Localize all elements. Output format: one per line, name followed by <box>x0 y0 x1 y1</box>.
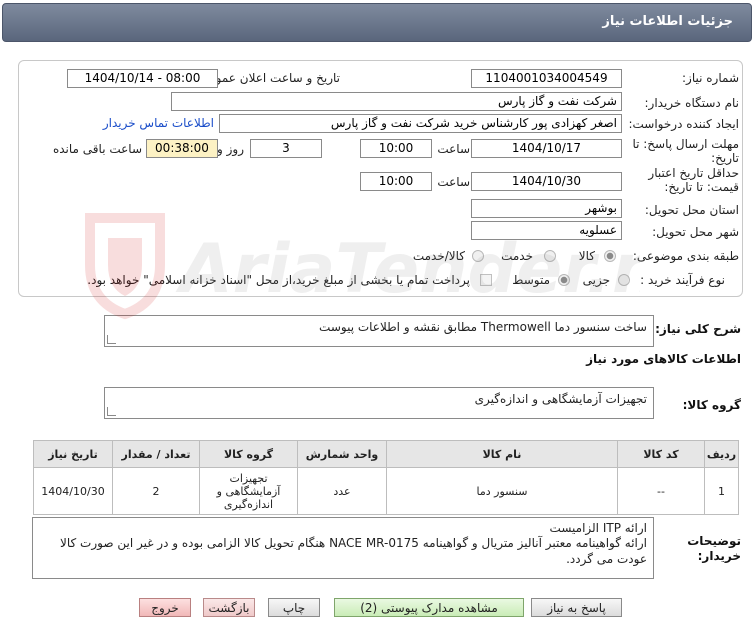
cell-need-date: 1404/10/30 <box>33 467 113 515</box>
remaining-time-label: ساعت باقی مانده <box>52 142 142 156</box>
process-radio-minor[interactable] <box>618 274 630 286</box>
cell-unit: عدد <box>297 467 387 515</box>
creator-label: ایجاد کننده درخواست: <box>628 117 739 131</box>
page-header: جزئیات اطلاعات نیاز <box>2 3 752 42</box>
days-label: روز و <box>217 142 244 156</box>
reply-time-field[interactable]: 10:00 <box>360 139 432 158</box>
city-label: شهر محل تحویل: <box>652 225 739 239</box>
need-summary-box[interactable]: ساخت سنسور دما Thermowell مطابق نقشه و ا… <box>104 315 654 347</box>
view-attachments-button[interactable]: مشاهده مدارک پیوستی (2) <box>334 598 524 617</box>
validity-date-field[interactable]: 1404/10/30 <box>471 172 622 191</box>
table-row[interactable]: 1 -- سنسور دما عدد تجهیزات آزمایشگاهی و … <box>33 467 739 515</box>
remaining-time-field: 00:38:00 <box>146 139 218 158</box>
exit-button[interactable]: خروج <box>139 598 191 617</box>
col-item-code: کد کالا <box>617 440 705 468</box>
col-row-number: ردیف <box>704 440 739 468</box>
reply-deadline-label-2: تاریخ: <box>711 151 739 165</box>
buyer-org-field[interactable]: شرکت نفت و گاز پارس <box>171 92 622 111</box>
category-radio-goods-service[interactable] <box>472 250 484 262</box>
category-option-goods: کالا <box>578 249 595 263</box>
cell-row-number: 1 <box>704 467 739 515</box>
col-goods-group: گروه کالا <box>199 440 298 468</box>
province-label: استان محل تحویل: <box>644 203 739 217</box>
price-validity-label: حداقل تاریخ اعتبار <box>648 166 739 180</box>
cell-goods-group: تجهیزات آزمایشگاهی و اندازه‌گیری <box>199 467 298 515</box>
process-option-medium: متوسط <box>512 273 550 287</box>
payment-note: پرداخت تمام یا بخشی از مبلغ خرید،از محل … <box>87 273 470 287</box>
col-item-name: نام کالا <box>386 440 618 468</box>
buyer-notes-label: توضیحات <box>687 534 741 548</box>
creator-field[interactable]: اصغر کهزادی پور کارشناس خرید شرکت نفت و … <box>219 114 622 133</box>
goods-table: ردیف کد کالا نام کالا واحد شمارش گروه کا… <box>33 440 739 515</box>
process-type-label: نوع فرآیند خرید : <box>640 273 725 287</box>
need-summary-text: ساخت سنسور دما Thermowell مطابق نقشه و ا… <box>319 320 647 334</box>
announce-datetime-field[interactable]: 1404/10/14 - 08:00 <box>67 69 218 88</box>
validity-time-label: ساعت <box>437 175 470 189</box>
goods-table-header: ردیف کد کالا نام کالا واحد شمارش گروه کا… <box>33 440 739 468</box>
category-option-goods-service: کالا/خدمت <box>412 249 465 263</box>
province-field[interactable]: بوشهر <box>471 199 622 218</box>
process-option-minor: جزیی <box>582 273 610 287</box>
resize-handle-icon[interactable] <box>107 335 116 344</box>
process-radio-medium[interactable] <box>558 274 570 286</box>
category-label: طبقه بندی موضوعی: <box>632 249 739 263</box>
reply-deadline-label: مهلت ارسال پاسخ: تا <box>632 137 739 151</box>
print-button[interactable]: چاپ <box>268 598 320 617</box>
col-unit: واحد شمارش <box>297 440 387 468</box>
col-need-date: تاریخ نیاز <box>33 440 113 468</box>
category-radio-goods[interactable] <box>604 250 616 262</box>
reply-date-field[interactable]: 1404/10/17 <box>471 139 622 158</box>
page-title: جزئیات اطلاعات نیاز <box>602 14 733 29</box>
remaining-days-field[interactable]: 3 <box>250 139 322 158</box>
buyer-notes-line-2: ارائه گواهینامه معتبر آنالیز متریال و گو… <box>60 536 647 566</box>
goods-info-title: اطلاعات کالاهای مورد نیاز <box>586 352 741 366</box>
buyer-contact-link[interactable]: اطلاعات تماس خریدار <box>103 116 214 130</box>
buyer-notes-label-2: خریدار: <box>697 549 741 563</box>
reply-button[interactable]: پاسخ به نیاز <box>531 598 622 617</box>
reply-time-label: ساعت <box>437 142 470 156</box>
price-validity-label-2: قیمت: تا تاریخ: <box>664 180 739 194</box>
buyer-notes-line-1: ارائه ITP الزامیست <box>549 521 647 535</box>
back-button[interactable]: بازگشت <box>203 598 255 617</box>
need-number-label: شماره نیاز: <box>682 71 739 85</box>
goods-group-label: گروه کالا: <box>682 398 741 412</box>
goods-group-text: تجهیزات آزمایشگاهی و اندازه‌گیری <box>474 392 647 406</box>
goods-group-box[interactable]: تجهیزات آزمایشگاهی و اندازه‌گیری <box>104 387 654 419</box>
cell-item-code: -- <box>617 467 705 515</box>
category-radio-service[interactable] <box>544 250 556 262</box>
col-quantity: تعداد / مقدار <box>112 440 200 468</box>
need-number-field[interactable]: 1104001034004549 <box>471 69 622 88</box>
cell-item-name: سنسور دما <box>386 467 618 515</box>
category-option-service: خدمت <box>501 249 533 263</box>
resize-handle-icon[interactable] <box>107 407 116 416</box>
buyer-notes-box[interactable]: ارائه ITP الزامیست ارائه گواهینامه معتبر… <box>32 517 654 579</box>
validity-time-field[interactable]: 10:00 <box>360 172 432 191</box>
city-field[interactable]: عسلویه <box>471 221 622 240</box>
treasury-bonds-checkbox[interactable] <box>480 274 492 286</box>
cell-quantity: 2 <box>112 467 200 515</box>
buyer-org-label: نام دستگاه خریدار: <box>644 96 740 110</box>
need-summary-label: شرح کلی نیاز: <box>655 322 741 336</box>
